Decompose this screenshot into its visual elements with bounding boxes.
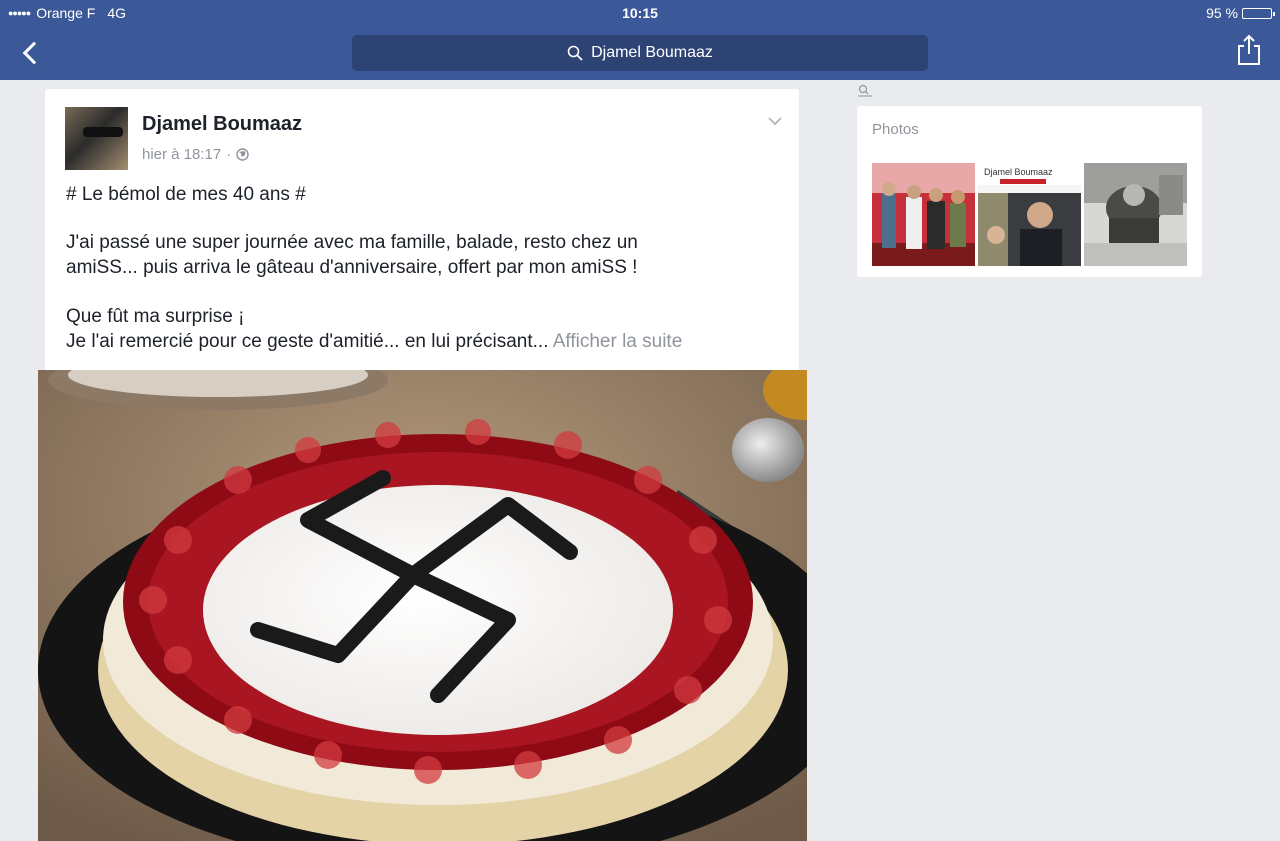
status-battery: 95 %	[1206, 5, 1275, 21]
top-navigation-bar: ●●●●● Orange F 4G 10:15 95 % Djamel Boum…	[0, 0, 1280, 80]
battery-icon	[1242, 7, 1275, 19]
post-line: Que fût ma surprise ¡	[66, 306, 245, 327]
post-line: Je l'ai remercié pour ce geste d'amitié.…	[66, 329, 682, 354]
post-heading: # Le bémol de mes 40 ans #	[66, 184, 306, 205]
post-photo[interactable]	[38, 370, 807, 841]
search-bar[interactable]: Djamel Boumaaz	[352, 35, 928, 71]
meta-separator: ·	[226, 146, 232, 163]
photo-thumbnail[interactable]: Djamel Boumaaz	[978, 163, 1081, 266]
search-query: Djamel Boumaaz	[591, 44, 713, 61]
photo-thumbnail[interactable]	[1084, 163, 1187, 266]
status-time: 10:15	[622, 5, 658, 21]
share-icon[interactable]	[1236, 34, 1262, 66]
photos-title[interactable]: Photos	[872, 121, 919, 138]
post-card: Djamel Boumaaz hier à 18:17 · # Le bémol…	[45, 89, 799, 379]
search-icon	[567, 45, 583, 61]
photo-search-icon[interactable]	[858, 84, 872, 97]
post-line: amiSS... puis arriva le gâteau d'anniver…	[66, 257, 638, 278]
back-arrow-icon[interactable]	[20, 38, 46, 68]
photo-thumbnail[interactable]	[872, 163, 975, 266]
chevron-down-icon[interactable]	[767, 115, 783, 127]
post-author[interactable]: Djamel Boumaaz	[142, 113, 302, 136]
see-more-link[interactable]: Afficher la suite	[553, 331, 683, 352]
post-line: J'ai passé une super journée avec ma fam…	[66, 232, 638, 253]
thumbnail-caption: Djamel Boumaaz	[984, 167, 1053, 177]
photos-card: Photos Djamel Boumaaz	[857, 106, 1202, 277]
post-timestamp[interactable]: hier à 18:17	[142, 146, 221, 163]
post-line-text: Je l'ai remercié pour ce geste d'amitié.…	[66, 331, 549, 352]
avatar-sunglasses	[83, 127, 123, 137]
battery-percent: 95 %	[1206, 5, 1238, 21]
globe-icon	[236, 148, 249, 161]
avatar[interactable]	[65, 107, 128, 170]
post-meta: hier à 18:17 ·	[142, 146, 249, 163]
